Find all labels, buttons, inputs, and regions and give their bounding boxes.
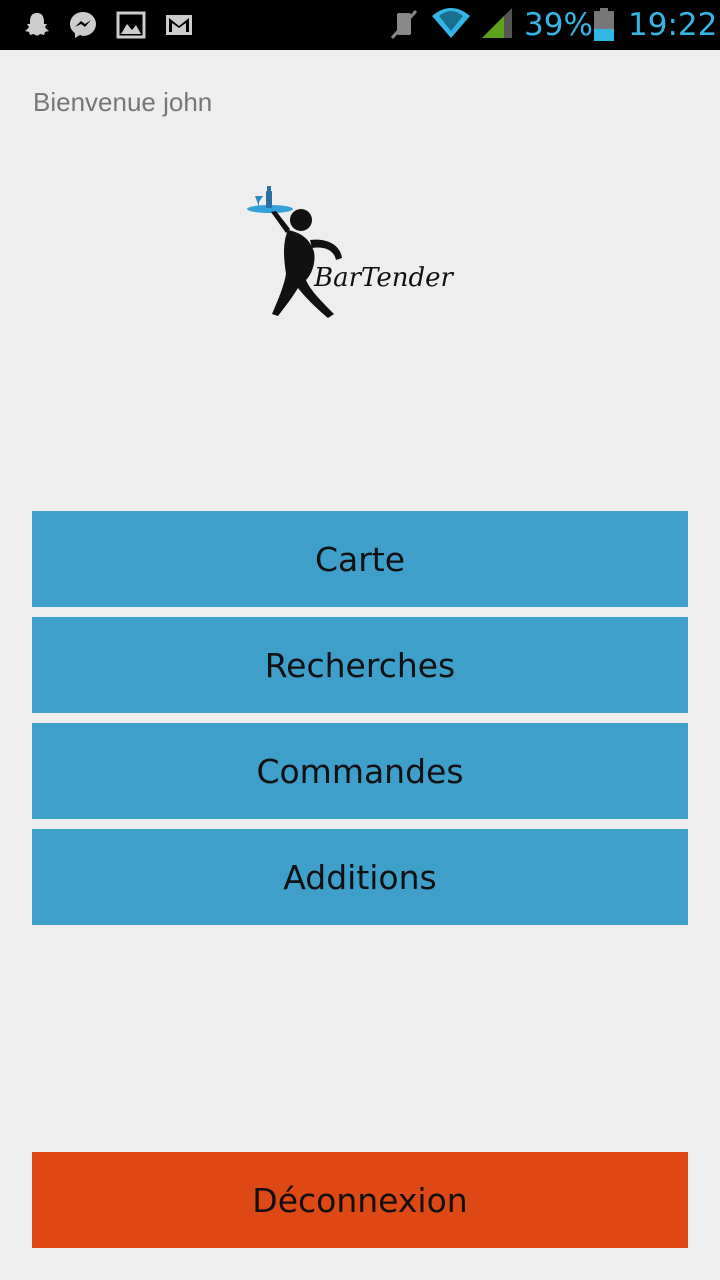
gmail-icon bbox=[166, 15, 192, 35]
recherches-button[interactable]: Recherches bbox=[32, 617, 688, 713]
battery-percent: 39% bbox=[524, 7, 593, 43]
battery-icon bbox=[594, 8, 614, 41]
signal-icon bbox=[482, 8, 512, 38]
messenger-icon bbox=[70, 12, 96, 38]
mute-icon bbox=[390, 10, 418, 39]
bartender-logo: BarTender bbox=[247, 186, 455, 318]
status-bar: 39% 19:22 bbox=[0, 0, 720, 50]
wifi-icon bbox=[432, 8, 470, 38]
welcome-text: Bienvenue john bbox=[33, 87, 213, 117]
logo-wordmark: BarTender bbox=[313, 263, 455, 293]
carte-button[interactable]: Carte bbox=[32, 511, 688, 607]
commandes-button[interactable]: Commandes bbox=[32, 723, 688, 819]
snapchat-icon bbox=[25, 13, 49, 36]
clock: 19:22 bbox=[628, 7, 718, 43]
deconnexion-button[interactable]: Déconnexion bbox=[32, 1152, 688, 1248]
gallery-icon bbox=[116, 11, 146, 39]
additions-button[interactable]: Additions bbox=[32, 829, 688, 925]
